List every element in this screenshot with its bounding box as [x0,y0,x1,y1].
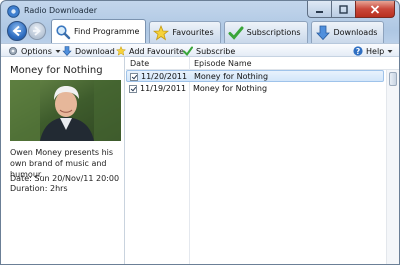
star-icon [153,24,170,40]
tab-find-programme[interactable]: Find Programme [51,19,147,43]
tab-label: Subscriptions [246,28,301,37]
checkmark-icon [183,46,193,56]
table-row[interactable]: 11/20/2011 Money for Nothing [126,70,384,82]
dropdown-arrow-icon [387,50,393,53]
subscribe-label: Subscribe [196,46,236,56]
tab-strip: Find Programme Favourites Subscriptions … [51,19,385,43]
tab-label: Find Programme [74,27,140,36]
help-button[interactable]: ? Help [353,44,393,58]
gear-icon [9,47,17,55]
table-row[interactable]: 11/19/2011 Money for Nothing [126,83,384,95]
minimize-button[interactable] [307,1,331,18]
tab-subscriptions[interactable]: Subscriptions [223,21,308,43]
title-bar: Radio Downloader [1,1,399,21]
scrollbar-thumb[interactable] [389,72,397,86]
tab-favourites[interactable]: Favourites [149,21,221,43]
toolbar: Options Download Add Favourite Subscribe… [1,43,399,57]
star-icon [116,46,126,56]
tab-label: Downloads [333,28,378,37]
help-label: Help [366,46,385,56]
app-window: Radio Downloader Find Programme Favourit… [0,0,400,265]
episode-date: 11/19/2011 [140,84,187,93]
download-arrow-icon [62,46,72,56]
episode-name: Money for Nothing [193,84,268,93]
minimize-icon [316,10,323,13]
magnifier-icon [56,24,71,39]
help-icon: ? [353,46,363,56]
column-header-episode-name[interactable]: Episode Name [194,59,252,68]
back-button[interactable] [7,21,27,41]
caption-buttons [307,1,395,18]
navigation-row: Find Programme Favourites Subscriptions … [1,19,399,43]
forward-arrow-icon [33,26,41,36]
episode-name: Money for Nothing [194,72,269,81]
tab-label: Favourites [172,28,214,37]
episode-checkbox[interactable] [129,85,137,93]
close-button[interactable] [355,1,395,18]
vertical-scrollbar[interactable] [386,70,399,264]
svg-text:?: ? [356,47,360,56]
episode-list: Date Episode Name 11/20/2011 Money for N… [126,57,399,264]
presenter-photo [10,80,121,141]
dropdown-arrow-icon [55,50,61,53]
download-button[interactable]: Download [62,44,115,58]
options-button[interactable]: Options [8,44,61,58]
back-arrow-icon [12,25,21,37]
episode-checkbox[interactable] [130,73,138,81]
add-favourite-label: Add Favourite [129,46,185,56]
programme-title: Money for Nothing [10,65,103,76]
subscribe-button[interactable]: Subscribe [183,44,235,58]
maximize-icon [339,4,348,14]
download-label: Download [75,46,115,56]
options-label: Options [21,46,52,56]
programme-date: Date: Sun 20/Nov/11 20:00 [10,174,120,183]
programme-image [10,80,121,141]
episode-list-header: Date Episode Name [126,57,399,70]
maximize-button[interactable] [331,1,355,18]
close-icon [370,4,380,14]
content-area: Money for Nothing Owen Money presents hi… [1,57,399,264]
forward-button[interactable] [28,22,46,40]
add-favourite-button[interactable]: Add Favourite [116,44,184,58]
programme-info-panel: Money for Nothing Owen Money presents hi… [1,57,125,264]
episode-date: 11/20/2011 [141,72,188,81]
programme-duration: Duration: 2hrs [10,184,68,193]
checkmark-icon [228,26,244,40]
radio-icon [7,5,20,18]
column-header-date[interactable]: Date [130,59,149,68]
window-title: Radio Downloader [24,6,97,15]
tab-downloads[interactable]: Downloads [310,21,385,43]
download-arrow-icon [315,25,330,40]
